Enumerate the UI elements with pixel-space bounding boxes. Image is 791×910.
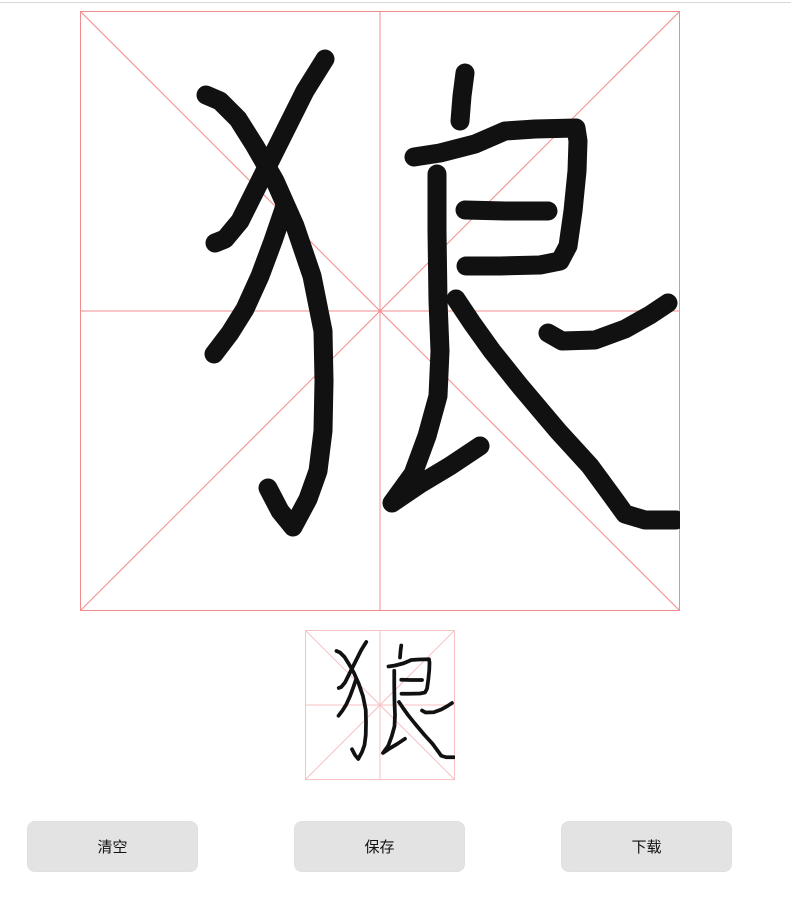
preview-strokes xyxy=(334,640,455,761)
preview-ink-stroke xyxy=(420,701,454,715)
ink-stroke xyxy=(455,200,558,221)
save-button[interactable]: 保存 xyxy=(294,821,465,872)
preview-grid xyxy=(305,630,455,780)
handwritten-strokes xyxy=(196,49,680,537)
preview-ink-stroke xyxy=(398,643,404,660)
clear-button[interactable]: 清空 xyxy=(27,821,198,872)
writing-canvas-svg[interactable] xyxy=(80,11,680,611)
preview-thumbnail-svg xyxy=(305,630,455,780)
download-button[interactable]: 下载 xyxy=(561,821,732,872)
preview-thumbnail xyxy=(305,630,455,780)
ink-stroke xyxy=(205,49,335,253)
ink-stroke xyxy=(538,293,678,351)
practice-grid xyxy=(80,11,680,611)
top-divider xyxy=(0,2,791,3)
writing-canvas[interactable] xyxy=(80,11,680,611)
preview-ink-stroke xyxy=(336,640,369,690)
download-button-label: 下载 xyxy=(631,838,662,856)
preview-ink-stroke xyxy=(397,700,455,760)
ink-stroke xyxy=(382,164,490,513)
clear-button-label: 清空 xyxy=(97,838,128,856)
save-button-label: 保存 xyxy=(364,838,395,856)
ink-stroke xyxy=(450,63,475,131)
